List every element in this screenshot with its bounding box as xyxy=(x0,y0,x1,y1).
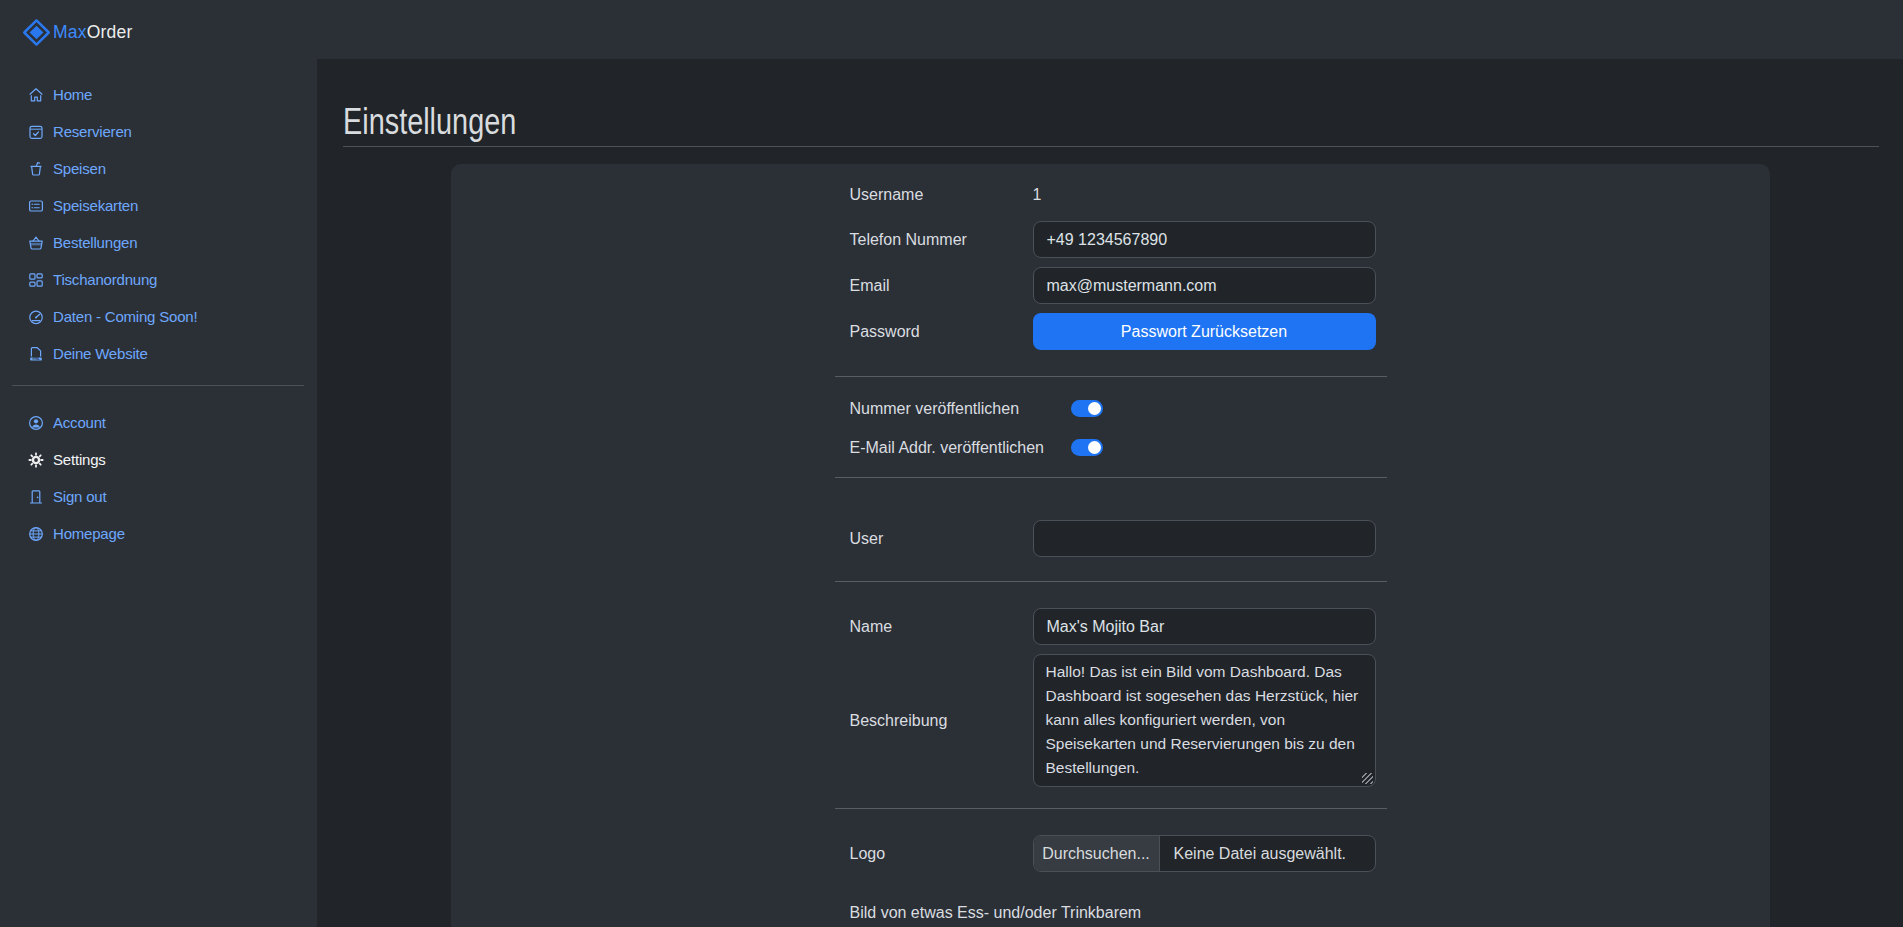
settings-form: Username 1 Telefon Nummer Email Password… xyxy=(835,183,1387,925)
sidebar-item-tischanordnung[interactable]: Tischanordnung xyxy=(0,261,317,298)
name-row: Name xyxy=(835,608,1387,645)
sidebar-item-label: Homepage xyxy=(53,525,125,542)
image-hint-row: Bild von etwas Ess- und/oder Trinkbarem xyxy=(835,901,1387,925)
sidebar-item-settings[interactable]: Settings xyxy=(0,441,317,478)
main-content: Einstellungen Username 1 Telefon Nummer … xyxy=(317,59,1903,927)
title-divider xyxy=(343,146,1879,147)
email-label: Email xyxy=(835,277,1033,295)
layout-blocks-icon xyxy=(28,272,44,288)
user-label: User xyxy=(835,530,1033,548)
sidebar-item-label: Reservieren xyxy=(53,123,132,140)
publish-number-label: Nummer veröffentlichen xyxy=(835,400,1071,418)
sidebar-item-speisen[interactable]: Speisen xyxy=(0,150,317,187)
gear-icon xyxy=(28,452,44,468)
logo-label: Logo xyxy=(835,845,1033,863)
sidebar-item-homepage[interactable]: Homepage xyxy=(0,515,317,552)
publish-number-row: Nummer veröffentlichen xyxy=(835,400,1387,417)
diamond-logo-icon xyxy=(22,18,51,47)
publish-number-toggle[interactable] xyxy=(1071,400,1103,417)
password-row: Password Passwort Zurücksetzen xyxy=(835,313,1387,350)
publish-email-label: E-Mail Addr. veröffentlichen xyxy=(835,439,1071,457)
settings-card: Username 1 Telefon Nummer Email Password… xyxy=(451,164,1770,927)
file-html-icon: HTML xyxy=(28,346,44,362)
sidebar-item-bestellungen[interactable]: Bestellungen xyxy=(0,224,317,261)
sidebar-item-label: Sign out xyxy=(53,488,106,505)
sidebar-item-label: Daten - Coming Soon! xyxy=(53,308,197,325)
form-divider xyxy=(835,581,1387,582)
sidebar-item-label: Bestellungen xyxy=(53,234,137,251)
logo-row: Logo Durchsuchen... Keine Datei ausgewäh… xyxy=(835,835,1387,872)
username-label: Username xyxy=(835,186,1033,204)
phone-row: Telefon Nummer xyxy=(835,221,1387,258)
user-row: User xyxy=(835,520,1387,557)
sidebar-item-label: Deine Website xyxy=(53,345,148,362)
description-textarea[interactable]: Hallo! Das ist ein Bild vom Dashboard. D… xyxy=(1033,654,1376,787)
sidebar-item-account[interactable]: Account xyxy=(0,404,317,441)
email-row: Email xyxy=(835,267,1387,304)
page-title: Einstellungen xyxy=(343,101,1541,143)
phone-label: Telefon Nummer xyxy=(835,231,1033,249)
name-label: Name xyxy=(835,618,1033,636)
sidebar-item-deine-website[interactable]: HTML Deine Website xyxy=(0,335,317,372)
sidebar-item-label: Speisekarten xyxy=(53,197,138,214)
toggle-knob xyxy=(1088,441,1101,454)
calendar-check-icon xyxy=(28,124,44,140)
sidebar-item-label: Settings xyxy=(53,451,106,468)
topbar: MaxOrder xyxy=(0,0,1903,59)
person-circle-icon xyxy=(28,415,44,431)
door-icon xyxy=(28,489,44,505)
svg-text:HTML: HTML xyxy=(33,357,40,361)
password-label: Password xyxy=(835,323,1033,341)
sidebar-divider xyxy=(12,385,304,386)
basket-icon xyxy=(28,235,44,251)
form-divider xyxy=(835,477,1387,478)
sidebar-item-label: Home xyxy=(53,86,92,103)
publish-email-row: E-Mail Addr. veröffentlichen xyxy=(835,439,1387,456)
cup-straw-icon xyxy=(28,161,44,177)
sidebar-item-label: Speisen xyxy=(53,160,106,177)
file-status-text: Keine Datei ausgewählt. xyxy=(1160,836,1347,871)
user-input[interactable] xyxy=(1033,520,1376,557)
reset-password-button[interactable]: Passwort Zurücksetzen xyxy=(1033,313,1376,350)
email-input[interactable] xyxy=(1033,267,1376,304)
publish-email-toggle[interactable] xyxy=(1071,439,1103,456)
phone-input[interactable] xyxy=(1033,221,1376,258)
sidebar-item-reservieren[interactable]: Reservieren xyxy=(0,113,317,150)
form-divider xyxy=(835,376,1387,377)
sidebar-item-sign-out[interactable]: Sign out xyxy=(0,478,317,515)
description-label: Beschreibung xyxy=(835,712,1033,730)
logo-file-input[interactable]: Durchsuchen... Keine Datei ausgewählt. xyxy=(1033,835,1376,872)
globe-icon xyxy=(28,526,44,542)
form-divider xyxy=(835,808,1387,809)
brand-logo[interactable]: MaxOrder xyxy=(22,18,132,47)
sidebar: Home Reservieren Speisen Speisekarten Be… xyxy=(0,59,317,927)
description-row: Beschreibung Hallo! Das ist ein Bild vom… xyxy=(835,654,1387,787)
brand-name: MaxOrder xyxy=(53,22,132,43)
card-list-icon xyxy=(28,198,44,214)
speedometer-icon xyxy=(28,309,44,325)
sidebar-item-label: Account xyxy=(53,414,106,431)
browse-button[interactable]: Durchsuchen... xyxy=(1034,836,1160,871)
house-icon xyxy=(28,87,44,103)
image-hint-label: Bild von etwas Ess- und/oder Trinkbarem xyxy=(835,901,1387,925)
username-value: 1 xyxy=(1033,186,1042,204)
sidebar-item-daten[interactable]: Daten - Coming Soon! xyxy=(0,298,317,335)
sidebar-item-label: Tischanordnung xyxy=(53,271,157,288)
toggle-knob xyxy=(1088,402,1101,415)
name-input[interactable] xyxy=(1033,608,1376,645)
sidebar-item-speisekarten[interactable]: Speisekarten xyxy=(0,187,317,224)
sidebar-item-home[interactable]: Home xyxy=(0,76,317,113)
username-row: Username 1 xyxy=(835,183,1387,207)
